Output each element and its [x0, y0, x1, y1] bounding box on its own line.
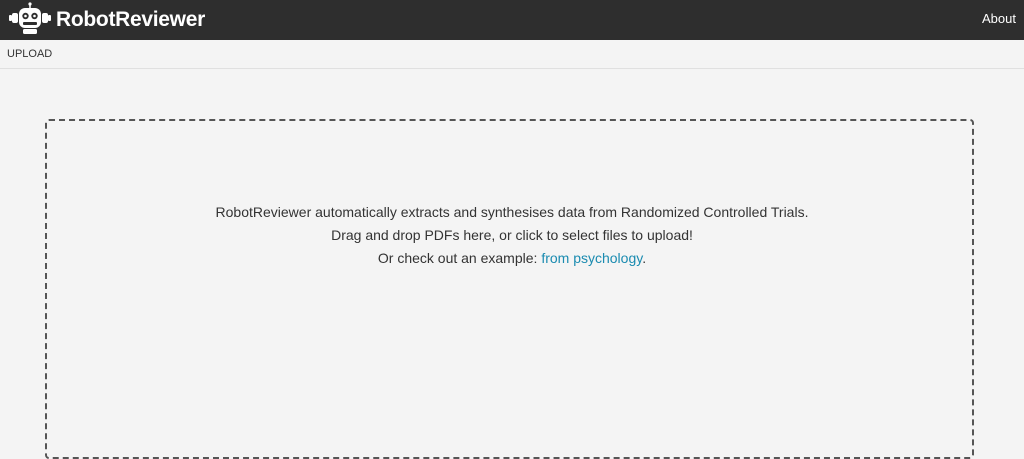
robot-logo-icon[interactable] [8, 2, 52, 36]
dropzone-description: RobotReviewer automatically extracts and… [215, 204, 809, 220]
example-psychology-link[interactable]: from psychology [541, 250, 642, 266]
dropzone-instructions: Drag and drop PDFs here, or click to sel… [331, 227, 693, 243]
breadcrumb-upload[interactable]: UPLOAD [7, 48, 52, 61]
example-line: Or check out an example: from psychology… [0, 249, 1024, 267]
example-prefix: Or check out an example: [377, 250, 542, 266]
example-suffix: . [642, 250, 647, 266]
file-dropzone[interactable] [45, 119, 974, 459]
top-navbar: RobotReviewer About [0, 0, 1024, 40]
breadcrumb: UPLOAD [0, 40, 1024, 69]
brand-title[interactable]: RobotReviewer [56, 7, 205, 33]
about-link[interactable]: About [982, 11, 1016, 27]
